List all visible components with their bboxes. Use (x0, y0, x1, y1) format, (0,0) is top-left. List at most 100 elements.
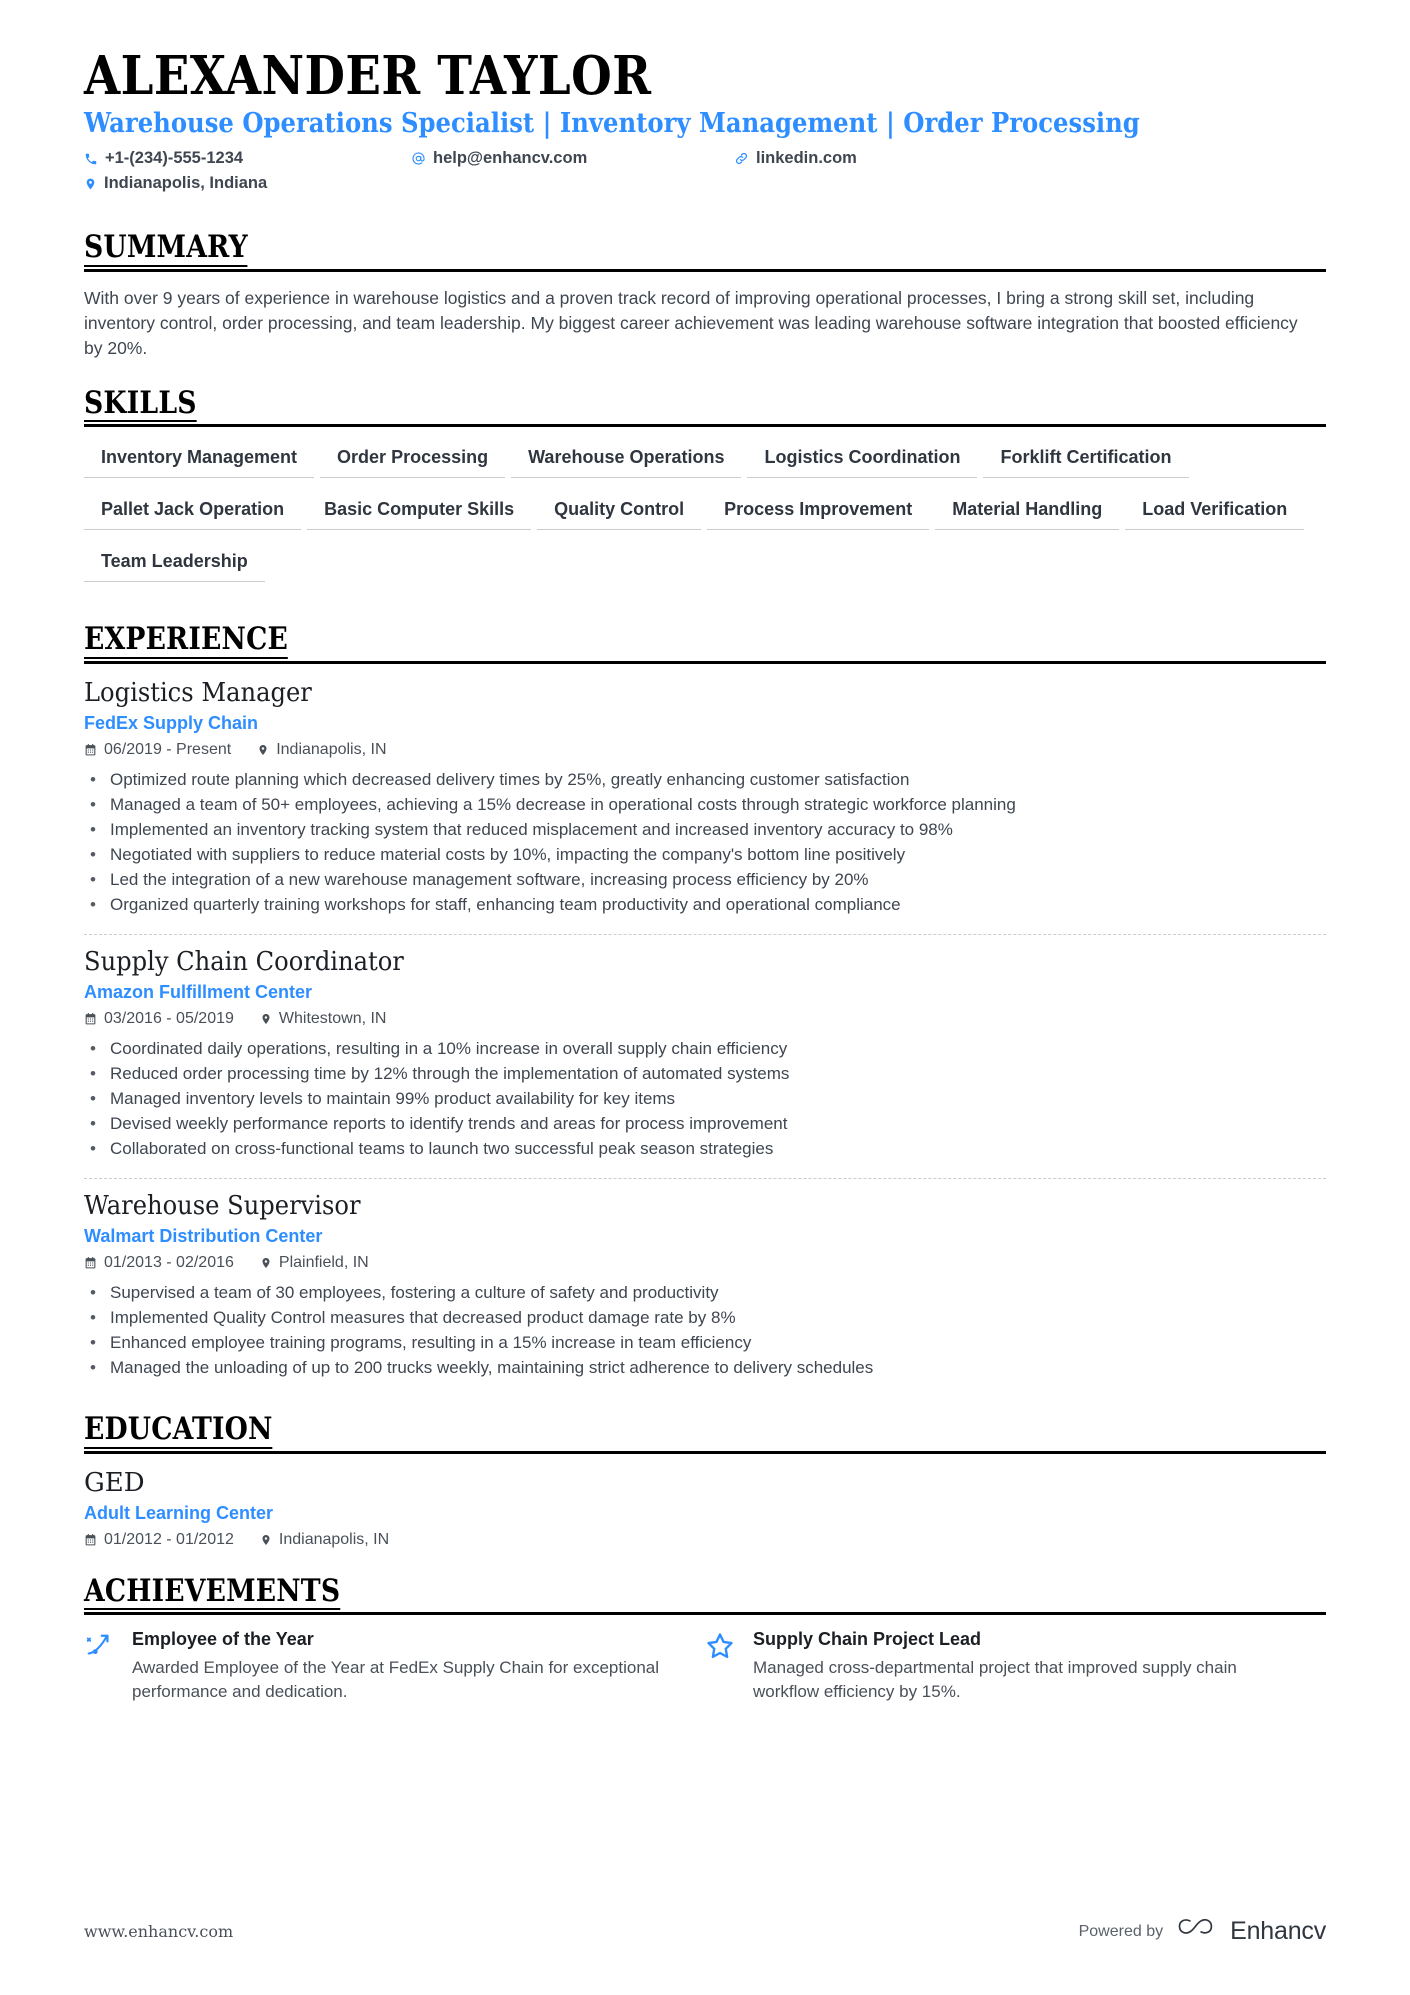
entry-dates-text: 01/2013 - 02/2016 (104, 1254, 234, 1272)
skill-item: Pallet Jack Operation (84, 493, 302, 531)
section-rule (84, 424, 1326, 428)
achievement-title: Employee of the Year (132, 1629, 314, 1650)
location-pin-icon (260, 1256, 272, 1270)
location-pin-icon (84, 177, 97, 191)
page-title: ALEXANDER TAYLOR (84, 45, 652, 107)
location-pin-icon (260, 1533, 272, 1547)
section-summary: SUMMARY With over 9 years of experience … (84, 231, 1326, 360)
bullet-dot-icon: • (90, 1283, 96, 1303)
bullet-item: • Negotiated with suppliers to reduce mat… (84, 843, 1326, 868)
skill-item: Warehouse Operations (511, 441, 742, 479)
contact-phone[interactable]: +1-(234)-555-1234 (84, 149, 243, 168)
section-title-summary: SUMMARY (84, 229, 248, 268)
skill-item: Material Handling (935, 493, 1120, 531)
job-title: Warehouse Supervisor (84, 1190, 361, 1221)
entry-dates: 06/2019 - Present (84, 741, 231, 759)
bullet-dot-icon: • (90, 794, 96, 814)
bullet-item: • Implemented an inventory tracking syste… (84, 818, 1326, 843)
bullet-dot-icon: • (90, 844, 96, 864)
bullet-text: Led the integration of a new warehouse m… (110, 869, 869, 889)
enhancv-wordmark: Enhancv (1230, 1917, 1326, 1945)
resume-header: ALEXANDER TAYLOR Warehouse Operations Sp… (84, 48, 1326, 205)
bullet-text: Enhanced employee training programs, res… (110, 1333, 752, 1353)
achievement-item: Employee of the Year Awarded Employee of … (84, 1629, 705, 1704)
contact-phone-text: +1-(234)-555-1234 (105, 149, 244, 168)
bullet-dot-icon: • (90, 1088, 96, 1108)
entry-divider (84, 933, 1326, 935)
bullet-text: Optimized route planning which decreased… (110, 769, 910, 789)
entry-location-text: Whitestown, IN (278, 1009, 387, 1027)
footer-branding: Powered by Enhancv (1079, 1916, 1327, 1947)
entry-dates: 01/2013 - 02/2016 (84, 1254, 234, 1272)
skill-item: Basic Computer Skills (307, 493, 532, 531)
bullet-item: • Collaborated on cross-functional teams … (84, 1137, 1326, 1162)
bullet-item: • Enhanced employee training programs, re… (84, 1331, 1326, 1356)
bullet-dot-icon: • (90, 819, 96, 839)
professional-headline: Warehouse Operations Specialist | Invent… (84, 108, 1140, 140)
achievement-description: Managed cross-departmental project that … (753, 1658, 1237, 1702)
company-name[interactable]: Amazon Fulfillment Center (84, 982, 1326, 1003)
skill-item: Process Improvement (707, 493, 930, 531)
star-outline-icon (705, 1629, 739, 1704)
bullet-dot-icon: • (90, 1038, 96, 1058)
bullet-item: • Supervised a team of 30 employees, fost… (84, 1281, 1326, 1306)
section-title-experience: EXPERIENCE (84, 621, 288, 659)
bullet-item: • Managed inventory levels to maintain 99… (84, 1087, 1326, 1112)
contact-email-text: help@enhancv.com (433, 149, 588, 168)
bullet-text: Supervised a team of 30 employees, foste… (110, 1283, 719, 1303)
achievement-title: Supply Chain Project Lead (753, 1629, 982, 1650)
section-skills: SKILLS Inventory Management Order Process… (84, 384, 1326, 598)
entry-dates-text: 01/2012 - 01/2012 (104, 1530, 234, 1548)
rocket-trajectory-icon (84, 1629, 118, 1704)
job-title: Supply Chain Coordinator (84, 946, 404, 977)
phone-icon (84, 152, 98, 166)
entry-location: Indianapolis, IN (257, 740, 387, 759)
entry-location-text: Indianapolis, IN (276, 740, 387, 758)
bullet-dot-icon: • (90, 1063, 96, 1083)
experience-entry: Supply Chain Coordinator Amazon Fulfillme… (84, 947, 1326, 1168)
bullet-dot-icon: • (90, 769, 96, 789)
calendar-icon (84, 743, 97, 757)
bullet-text: Collaborated on cross-functional teams t… (110, 1138, 774, 1158)
entry-dates-text: 06/2019 - Present (104, 740, 232, 758)
skill-item: Quality Control (537, 493, 702, 531)
section-experience: EXPERIENCE Logistics Manager FedEx Supply… (84, 623, 1326, 1387)
bullet-item: • Devised weekly performance reports to i… (84, 1112, 1326, 1137)
section-title-skills: SKILLS (84, 384, 197, 423)
experience-list: Logistics Manager FedEx Supply Chain 06/20… (84, 678, 1326, 1387)
contact-email[interactable]: help@enhancv.com (411, 149, 587, 168)
bullet-text: Managed the unloading of up to 200 truck… (110, 1358, 874, 1377)
link-icon (734, 151, 749, 166)
company-name[interactable]: FedEx Supply Chain (84, 713, 1326, 734)
bullet-text: Implemented an inventory tracking system… (110, 819, 953, 839)
entry-dates: 03/2016 - 05/2019 (84, 1010, 234, 1028)
section-achievements: ACHIEVEMENTS Employee of the Year Awarded… (84, 1575, 1326, 1705)
section-rule (84, 660, 1326, 664)
school-name[interactable]: Adult Learning Center (84, 1503, 1326, 1524)
skills-list: Inventory Management Order Processing Ware… (84, 441, 1326, 597)
bullet-text: Coordinated daily operations, resulting … (110, 1038, 788, 1058)
entry-meta: 03/2016 - 05/2019 Whitestown, IN (84, 1010, 1326, 1028)
footer-website[interactable]: www.enhancv.com (84, 1922, 233, 1941)
section-rule (84, 269, 1326, 273)
calendar-icon (84, 1256, 97, 1270)
contact-info: +1-(234)-555-1234 help@enhancv.com linke… (84, 149, 1326, 205)
contact-linkedin[interactable]: linkedin.com (734, 149, 857, 168)
entry-dates: 01/2012 - 01/2012 (84, 1531, 234, 1549)
bullet-dot-icon: • (90, 1138, 96, 1158)
bullet-text: Organized quarterly training workshops f… (110, 894, 901, 914)
bullet-list: • Supervised a team of 30 employees, fost… (84, 1281, 1326, 1381)
achievement-description: Awarded Employee of the Year at FedEx Su… (132, 1658, 660, 1702)
achievement-body: Employee of the Year Awarded Employee of … (132, 1629, 665, 1704)
contact-linkedin-text: linkedin.com (756, 149, 857, 168)
bullet-dot-icon: • (90, 1308, 96, 1328)
section-title-achievements: ACHIEVEMENTS (84, 1572, 341, 1611)
skill-item: Logistics Coordination (747, 441, 978, 479)
calendar-icon (84, 1533, 97, 1547)
achievement-item: Supply Chain Project Lead Managed cross-d… (705, 1629, 1326, 1704)
education-list: GED Adult Learning Center 01/2012 - 01/201… (84, 1468, 1326, 1549)
experience-entry: Warehouse Supervisor Walmart Distribution… (84, 1191, 1326, 1387)
company-name[interactable]: Walmart Distribution Center (84, 1226, 1326, 1247)
bullet-item: • Implemented Quality Control measures th… (84, 1306, 1326, 1331)
bullet-text: Reduced order processing time by 12% thr… (110, 1063, 790, 1083)
